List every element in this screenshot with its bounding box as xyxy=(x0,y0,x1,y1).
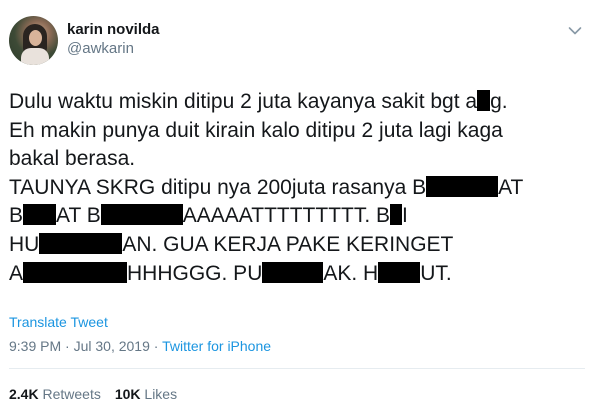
tweet-stats: 2.4K Retweets 10K Likes xyxy=(9,386,177,402)
tweet-text-segment: AT B xyxy=(56,204,101,228)
redaction-bar xyxy=(39,232,123,254)
tweet-text-segment: UT. xyxy=(420,261,452,285)
tweet-text-segment: TAUNYA SKRG ditipu nya 200juta rasanya B xyxy=(9,175,427,199)
redaction-bar xyxy=(100,204,183,226)
tweet-line: A HHHGGG. PU AK. H UT. xyxy=(9,260,589,289)
tweet-text-segment: HHHGGG. PU xyxy=(127,261,263,285)
redaction-bar xyxy=(390,204,403,226)
tweet-text-segment: I xyxy=(402,204,408,228)
divider xyxy=(9,368,585,369)
tweet-text-segment: bakal berasa. xyxy=(9,147,136,171)
tweet-source-link[interactable]: Twitter for iPhone xyxy=(162,338,271,354)
redaction-bar xyxy=(426,175,499,197)
tweet-time[interactable]: 9:39 PM xyxy=(9,338,61,354)
tweet-text-segment: AK. H xyxy=(323,261,379,285)
tweet-meta: 9:39 PM · Jul 30, 2019 · Twitter for iPh… xyxy=(9,338,271,354)
tweet-text-segment: B xyxy=(9,204,24,228)
redaction-bar xyxy=(262,261,324,283)
tweet-text-segment: AT xyxy=(498,175,524,199)
redaction-bar xyxy=(378,261,421,283)
user-handle[interactable]: @awkarin xyxy=(67,40,134,57)
retweets-label: Retweets xyxy=(42,386,101,402)
tweet-text-segment: Dulu waktu miskin ditipu 2 juta kayanya … xyxy=(9,90,478,113)
tweet-line: B AT B AAAAATTTTTTTTT. B I xyxy=(9,202,589,231)
tweet-line: bakal berasa. xyxy=(9,145,589,174)
meta-separator: · xyxy=(149,338,163,354)
translate-tweet-link[interactable]: Translate Tweet xyxy=(9,314,108,330)
display-name[interactable]: karin novilda xyxy=(67,21,160,38)
avatar[interactable] xyxy=(9,16,58,65)
likes-label: Likes xyxy=(144,386,178,402)
chevron-down-icon[interactable] xyxy=(568,26,582,36)
tweet-text-segment: AN. GUA KERJA PAKE KERINGET xyxy=(122,232,454,256)
tweet: karin novilda @awkarin Dulu waktu miskin… xyxy=(0,0,594,413)
tweet-text: Dulu waktu miskin ditipu 2 juta kayanya … xyxy=(9,88,589,288)
tweet-line: Eh makin punya duit kirain kalo ditipu 2… xyxy=(9,117,589,146)
tweet-date[interactable]: Jul 30, 2019 xyxy=(74,338,150,354)
redaction-bar xyxy=(23,204,57,226)
tweet-text-segment: AAAAATTTTTTTTT. B xyxy=(182,204,391,228)
meta-separator: · xyxy=(61,338,74,354)
retweets-count: 2.4K xyxy=(9,386,39,402)
likes-count: 10K xyxy=(114,386,141,402)
tweet-text-segment: HU xyxy=(9,232,40,256)
redaction-bar xyxy=(477,90,491,111)
avatar-body xyxy=(21,48,49,65)
avatar-face xyxy=(29,30,42,46)
tweet-text-segment: Eh makin punya duit kirain kalo ditipu 2… xyxy=(9,118,503,142)
tweet-line: TAUNYA SKRG ditipu nya 200juta rasanya B… xyxy=(9,174,589,203)
tweet-text-segment: A xyxy=(9,261,24,285)
tweet-line: HU AN. GUA KERJA PAKE KERINGET xyxy=(9,231,589,260)
tweet-line: Dulu waktu miskin ditipu 2 juta kayanya … xyxy=(9,88,589,117)
retweets-stat[interactable]: 2.4K Retweets xyxy=(9,386,101,402)
likes-stat[interactable]: 10K Likes xyxy=(115,386,177,402)
tweet-text-segment: g. xyxy=(490,90,508,113)
redaction-bar xyxy=(23,261,128,283)
